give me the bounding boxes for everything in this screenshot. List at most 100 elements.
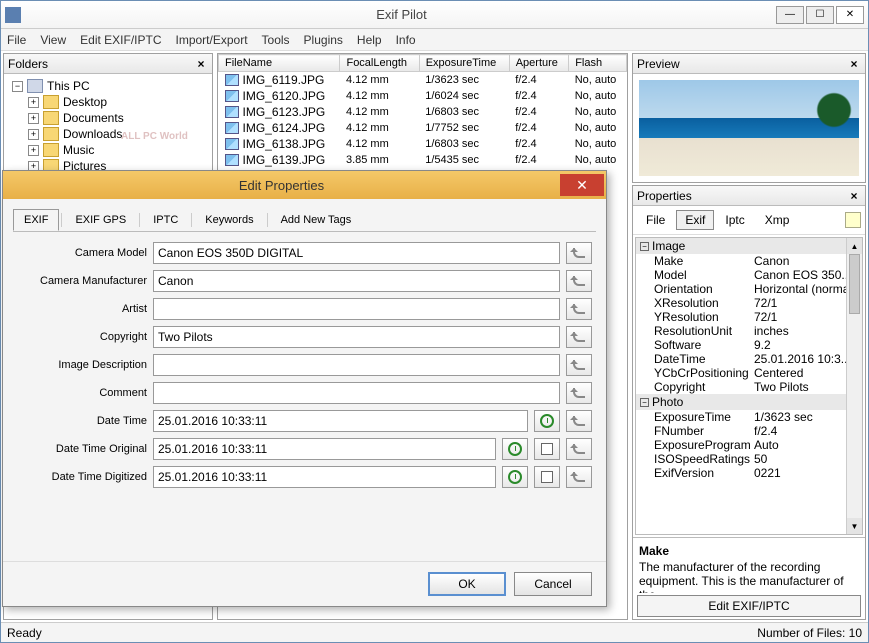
dialog-tab-iptc[interactable]: IPTC [142, 209, 189, 231]
tree-node-this-pc[interactable]: −This PC [8, 78, 208, 94]
properties-options-icon[interactable] [845, 212, 861, 228]
tree-node-desktop[interactable]: +Desktop [8, 94, 208, 110]
prop-row[interactable]: XResolution72/1 [636, 296, 862, 310]
properties-scrollbar[interactable]: ▲ ▼ [846, 238, 862, 534]
prop-tab-iptc[interactable]: Iptc [716, 210, 753, 230]
menu-plugins[interactable]: Plugins [304, 33, 343, 47]
prop-row[interactable]: ExposureTime1/3623 sec [636, 410, 862, 424]
column-focallength[interactable]: FocalLength [340, 55, 419, 72]
group-collapse-icon[interactable]: − [640, 242, 649, 251]
tree-node-documents[interactable]: +Documents [8, 110, 208, 126]
form-input-camera-model[interactable] [153, 242, 560, 264]
menu-info[interactable]: Info [396, 33, 416, 47]
clock-button[interactable] [502, 466, 528, 488]
column-filename[interactable]: FileName [219, 55, 340, 72]
copy-button[interactable] [534, 438, 560, 460]
table-row[interactable]: IMG_6120.JPG4.12 mm1/6024 secf/2.4No, au… [219, 88, 627, 104]
column-flash[interactable]: Flash [569, 55, 627, 72]
form-input-date-time-original[interactable] [153, 438, 496, 460]
table-row[interactable]: IMG_6123.JPG4.12 mm1/6803 secf/2.4No, au… [219, 104, 627, 120]
tree-expand-icon[interactable]: + [28, 145, 39, 156]
table-row[interactable]: IMG_6124.JPG4.12 mm1/7752 secf/2.4No, au… [219, 120, 627, 136]
dialog-tab-exif[interactable]: EXIF [13, 209, 59, 231]
prop-row[interactable]: CopyrightTwo Pilots [636, 380, 862, 394]
undo-button[interactable] [566, 242, 592, 264]
copy-button[interactable] [534, 466, 560, 488]
menu-tools[interactable]: Tools [262, 33, 290, 47]
prop-row[interactable]: OrientationHorizontal (normal) [636, 282, 862, 296]
clock-button[interactable] [534, 410, 560, 432]
preview-image [639, 80, 859, 176]
ok-button[interactable]: OK [428, 572, 506, 596]
menu-help[interactable]: Help [357, 33, 382, 47]
form-input-artist[interactable] [153, 298, 560, 320]
undo-button[interactable] [566, 354, 592, 376]
cell-flash: No, auto [569, 120, 627, 136]
folder-icon [43, 111, 59, 125]
form-input-copyright[interactable] [153, 326, 560, 348]
prop-row[interactable]: ExifVersion0221 [636, 466, 862, 480]
prop-row[interactable]: MakeCanon [636, 254, 862, 268]
minimize-button[interactable]: — [776, 6, 804, 24]
form-input-camera-manufacturer[interactable] [153, 270, 560, 292]
properties-list[interactable]: −ImageMakeCanonModelCanon EOS 350...Orie… [635, 237, 863, 535]
menu-file[interactable]: File [7, 33, 26, 47]
prop-group-photo[interactable]: −Photo [636, 394, 862, 410]
clock-button[interactable] [502, 438, 528, 460]
dialog-close-button[interactable]: ✕ [560, 174, 604, 196]
edit-exif-iptc-button[interactable]: Edit EXIF/IPTC [637, 595, 861, 617]
menu-import-export[interactable]: Import/Export [176, 33, 248, 47]
scroll-down-icon[interactable]: ▼ [847, 518, 862, 534]
prop-tab-file[interactable]: File [637, 210, 674, 230]
prop-row[interactable]: ResolutionUnitinches [636, 324, 862, 338]
group-collapse-icon[interactable]: − [640, 398, 649, 407]
tree-expand-icon[interactable]: + [28, 113, 39, 124]
form-input-date-time-digitized[interactable] [153, 466, 496, 488]
undo-button[interactable] [566, 382, 592, 404]
tree-expand-icon[interactable]: − [12, 81, 23, 92]
form-input-comment[interactable] [153, 382, 560, 404]
dialog-tab-keywords[interactable]: Keywords [194, 209, 264, 231]
table-row[interactable]: IMG_6138.JPG4.12 mm1/6803 secf/2.4No, au… [219, 136, 627, 152]
prop-group-image[interactable]: −Image [636, 238, 862, 254]
close-button[interactable]: ✕ [836, 6, 864, 24]
prop-row[interactable]: YCbCrPositioningCentered [636, 366, 862, 380]
prop-row[interactable]: DateTime25.01.2016 10:3... [636, 352, 862, 366]
prop-row[interactable]: ExposureProgramAuto [636, 438, 862, 452]
undo-button[interactable] [566, 466, 592, 488]
scroll-up-icon[interactable]: ▲ [847, 238, 862, 254]
tree-expand-icon[interactable]: + [28, 97, 39, 108]
folders-close-icon[interactable]: × [194, 57, 208, 71]
menu-edit-exif-iptc[interactable]: Edit EXIF/IPTC [80, 33, 161, 47]
preview-close-icon[interactable]: × [847, 57, 861, 71]
menu-view[interactable]: View [40, 33, 66, 47]
prop-row[interactable]: YResolution72/1 [636, 310, 862, 324]
undo-button[interactable] [566, 298, 592, 320]
table-row[interactable]: IMG_6119.JPG4.12 mm1/3623 secf/2.4No, au… [219, 72, 627, 89]
dialog-tab-add-new-tags[interactable]: Add New Tags [270, 209, 363, 231]
tree-expand-icon[interactable]: + [28, 129, 39, 140]
prop-row[interactable]: FNumberf/2.4 [636, 424, 862, 438]
undo-button[interactable] [566, 326, 592, 348]
prop-tab-xmp[interactable]: Xmp [756, 210, 799, 230]
properties-close-icon[interactable]: × [847, 189, 861, 203]
form-input-date-time[interactable] [153, 410, 528, 432]
undo-button[interactable] [566, 410, 592, 432]
prop-tab-exif[interactable]: Exif [676, 210, 714, 230]
column-exposuretime[interactable]: ExposureTime [419, 55, 509, 72]
tree-node-music[interactable]: +Music [8, 142, 208, 158]
cell-exp: 1/6803 sec [419, 104, 509, 120]
dialog-tab-exif-gps[interactable]: EXIF GPS [64, 209, 137, 231]
prop-row[interactable]: ISOSpeedRatings50 [636, 452, 862, 466]
prop-row[interactable]: Software9.2 [636, 338, 862, 352]
undo-button[interactable] [566, 270, 592, 292]
cancel-button[interactable]: Cancel [514, 572, 592, 596]
form-input-image-description[interactable] [153, 354, 560, 376]
undo-button[interactable] [566, 438, 592, 460]
table-row[interactable]: IMG_6139.JPG3.85 mm1/5435 secf/2.4No, au… [219, 152, 627, 168]
scroll-thumb[interactable] [849, 254, 860, 314]
maximize-button[interactable]: ☐ [806, 6, 834, 24]
prop-row[interactable]: ModelCanon EOS 350... [636, 268, 862, 282]
tree-node-downloads[interactable]: +Downloads [8, 126, 208, 142]
column-aperture[interactable]: Aperture [509, 55, 568, 72]
